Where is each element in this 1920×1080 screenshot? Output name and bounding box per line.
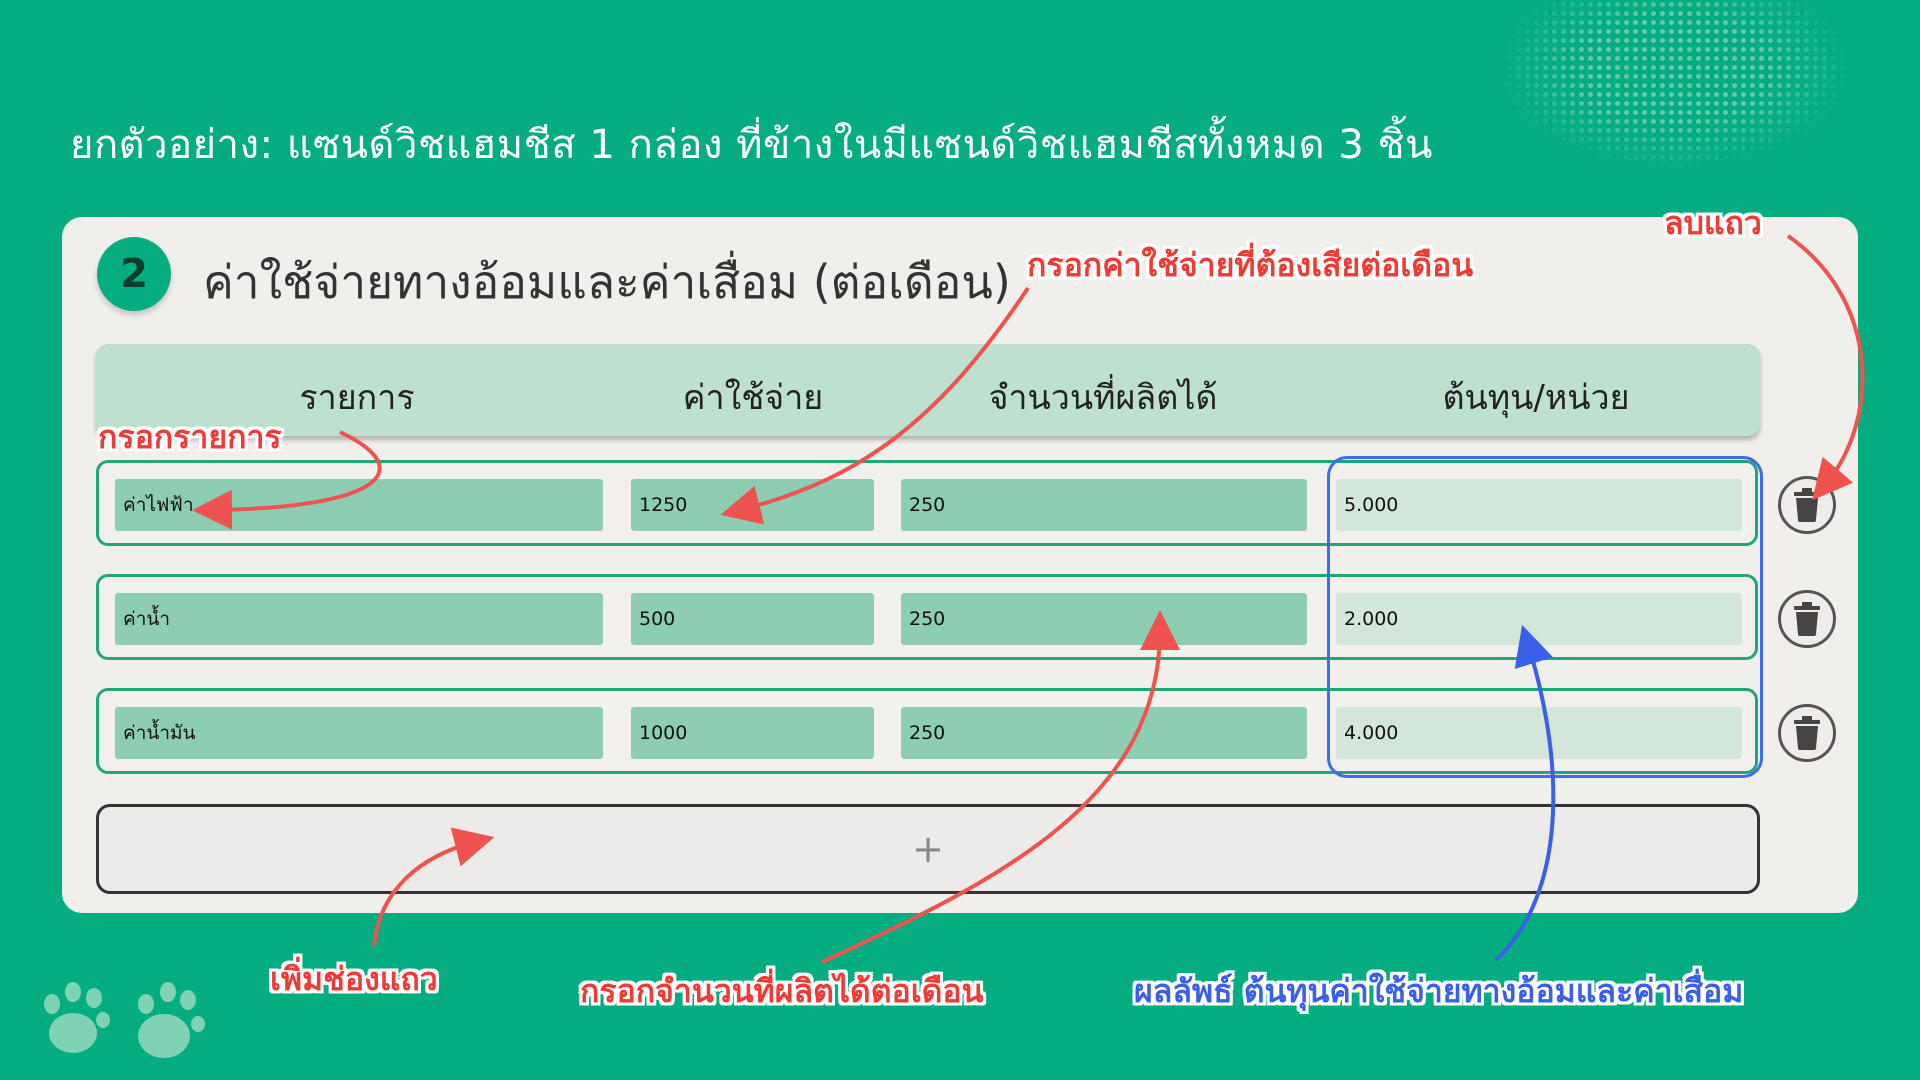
arrow-result	[1494, 624, 1556, 962]
annotation-arrows	[192, 234, 1865, 964]
annotation-delete-row: ลบแถว	[1664, 204, 1762, 242]
arrow-add-row	[372, 827, 495, 946]
annotation-enter-item: กรอกรายการ	[98, 418, 282, 456]
annotation-enter-quantity: กรอกจำนวนที่ผลิตได้ต่อเดือน	[580, 972, 984, 1010]
arrow-enter-cost	[720, 286, 1030, 525]
arrow-delete-row	[1786, 234, 1865, 501]
paw-print-icon	[44, 982, 205, 1058]
annotation-add-row: เพิ่มช่องแถว	[270, 960, 438, 998]
arrow-enter-quantity	[821, 610, 1180, 964]
annotation-result: ผลลัพธ์ ต้นทุนค่าใช้จ่ายทางอ้อมและค่าเสื…	[1134, 972, 1744, 1010]
annotation-enter-cost: กรอกค่าใช้จ่ายที่ต้องเสียต่อเดือน	[1027, 246, 1474, 284]
